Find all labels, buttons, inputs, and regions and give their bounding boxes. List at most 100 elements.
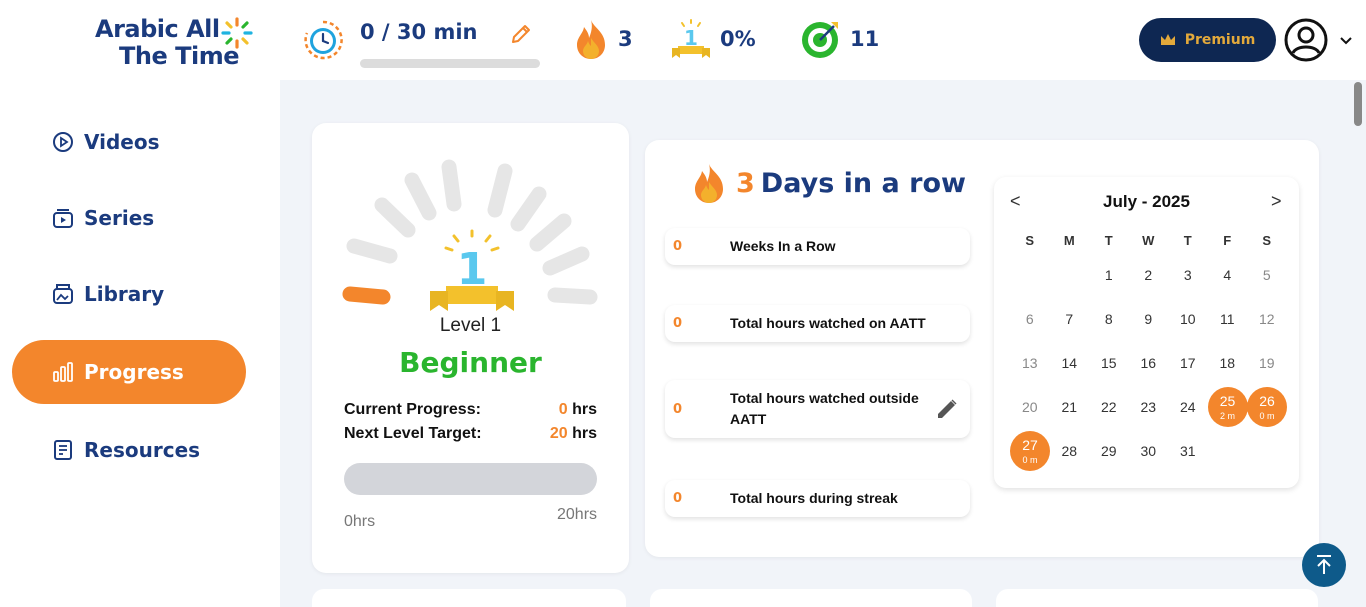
calendar-day-number: 14 (1061, 355, 1078, 371)
page-scrollbar[interactable] (1352, 80, 1366, 607)
calendar-day-minutes: 2 m (1219, 411, 1235, 421)
calendar-day[interactable]: 5 (1247, 253, 1287, 297)
calendar-day-slot: 24 (1168, 385, 1208, 429)
streak-number: 3 (736, 167, 755, 199)
calendar-day[interactable]: 11 (1208, 297, 1248, 341)
sidebar-item-progress[interactable]: Progress (12, 340, 246, 404)
target-icon (802, 22, 838, 58)
calendar-day[interactable]: 20 (1010, 385, 1050, 429)
goals-stat[interactable]: 11 (800, 18, 879, 60)
calendar-day[interactable]: 27 0 m (1010, 431, 1050, 471)
calendar-day[interactable]: 26 0 m (1247, 387, 1287, 427)
arrow-up-icon (1317, 555, 1331, 574)
stat-label: Weeks In a Row (730, 238, 836, 254)
calendar-day[interactable]: 1 (1089, 253, 1129, 297)
calendar-day-slot: 26 0 m (1247, 385, 1287, 429)
calendar-day-minutes: 0 m (1259, 411, 1275, 421)
calendar-day-number: 31 (1179, 443, 1196, 459)
calendar-day-number: 11 (1219, 311, 1235, 327)
back-to-top-button[interactable] (1302, 543, 1346, 587)
calendar-day[interactable]: 2 (1129, 253, 1169, 297)
chevron-down-icon[interactable] (1338, 32, 1354, 48)
calendar-day[interactable]: 13 (1010, 341, 1050, 385)
calendar-day[interactable]: 23 (1129, 385, 1169, 429)
stat-hours-outside-aatt: 0 Total hours watched outside AATT (665, 380, 970, 438)
calendar-day[interactable]: 25 2 m (1207, 387, 1248, 427)
calendar-day[interactable]: 16 (1129, 341, 1169, 385)
calendar-day-slot (1208, 429, 1248, 473)
premium-button[interactable]: Premium (1139, 18, 1276, 62)
user-avatar-icon[interactable] (1284, 18, 1328, 62)
calendar-day[interactable]: 24 (1168, 385, 1208, 429)
daily-goal-timer: 0 / 30 min (360, 20, 478, 44)
current-progress-row: Current Progress: 0 hrs (344, 401, 597, 419)
calendar-day-slot: 27 0 m (1010, 429, 1050, 473)
app-logo[interactable]: Arabic All The Time (95, 16, 255, 74)
calendar-day-slot: 17 (1168, 341, 1208, 385)
calendar-day[interactable]: 19 (1247, 341, 1287, 385)
calendar-day-number: 2 (1144, 267, 1153, 283)
calendar-day-slot: 2 (1129, 253, 1169, 297)
level-percent: 0% (720, 27, 756, 51)
level-stat[interactable]: 1 0% (670, 18, 756, 60)
library-icon (53, 284, 73, 304)
calendar-day-slot: 25 2 m (1207, 385, 1248, 429)
calendar-day[interactable]: 21 (1050, 385, 1090, 429)
calendar-weekday: S (1262, 233, 1272, 248)
calendar-day[interactable]: 10 (1168, 297, 1208, 341)
calendar-day-number: 15 (1100, 355, 1117, 371)
calendar-day[interactable]: 8 (1089, 297, 1129, 341)
streak-calendar: < July - 2025 > S M T W T F S 1 2 3 4 5 6 7 8 9 10 11 12 13… (994, 177, 1299, 488)
calendar-day[interactable]: 22 (1089, 385, 1129, 429)
calendar-day[interactable]: 7 (1050, 297, 1090, 341)
calendar-day[interactable]: 4 (1208, 253, 1248, 297)
sidebar-item-library[interactable]: Library (12, 262, 246, 326)
calendar-day[interactable]: 15 (1089, 341, 1129, 385)
calendar-day[interactable]: 28 (1050, 429, 1090, 473)
stat-value: 0 (673, 239, 683, 254)
bottom-card-2 (650, 589, 972, 607)
calendar-day[interactable]: 9 (1129, 297, 1169, 341)
calendar-day[interactable]: 18 (1208, 341, 1248, 385)
sidebar-item-resources[interactable]: Resources (12, 418, 246, 482)
calendar-day-number: 24 (1179, 399, 1196, 415)
calendar-day[interactable]: 17 (1168, 341, 1208, 385)
calendar-day[interactable]: 14 (1050, 341, 1090, 385)
calendar-day[interactable]: 12 (1247, 297, 1287, 341)
calendar-day-number: 7 (1065, 311, 1074, 327)
calendar-day[interactable]: 3 (1168, 253, 1208, 297)
calendar-day-slot: 7 (1050, 297, 1090, 341)
edit-pencil-icon[interactable] (935, 397, 959, 421)
current-progress-value: 0 (558, 401, 568, 418)
sidebar-item-series[interactable]: Series (12, 186, 246, 250)
goals-count: 11 (850, 27, 880, 51)
calendar-day-number: 3 (1183, 267, 1192, 283)
bar-min-label: 0hrs (344, 513, 376, 530)
bottom-card-1 (312, 589, 626, 607)
sidebar-item-label: Series (84, 206, 155, 230)
calendar-day-number: 27 (1022, 437, 1038, 453)
play-circle-icon (53, 132, 73, 152)
scrollbar-thumb[interactable] (1354, 82, 1362, 126)
calendar-day-slot: 9 (1129, 297, 1169, 341)
calendar-day-slot: 11 (1208, 297, 1248, 341)
next-target-unit: hrs (572, 425, 597, 442)
calendar-day[interactable]: 6 (1010, 297, 1050, 341)
level-label: Level 1 (439, 315, 502, 336)
calendar-day[interactable]: 30 (1129, 429, 1169, 473)
calendar-day-slot: 1 (1089, 253, 1129, 297)
edit-goal-icon[interactable] (510, 23, 532, 45)
calendar-day-number: 17 (1179, 355, 1196, 371)
calendar-next-button[interactable]: > (1271, 191, 1282, 212)
calendar-day[interactable]: 31 (1168, 429, 1208, 473)
stat-label: Total hours watched outside AATT (730, 390, 919, 427)
calendar-day-number: 10 (1179, 311, 1196, 327)
calendar-weekday: W (1142, 233, 1155, 248)
sidebar-item-label: Progress (84, 360, 184, 384)
calendar-day-slot: 31 (1168, 429, 1208, 473)
timer-clock-icon (304, 20, 343, 60)
bottom-card-3 (996, 589, 1318, 607)
sidebar-item-videos[interactable]: Videos (12, 110, 246, 174)
calendar-day[interactable]: 29 (1089, 429, 1129, 473)
streak-stat[interactable]: 3 (572, 18, 633, 60)
